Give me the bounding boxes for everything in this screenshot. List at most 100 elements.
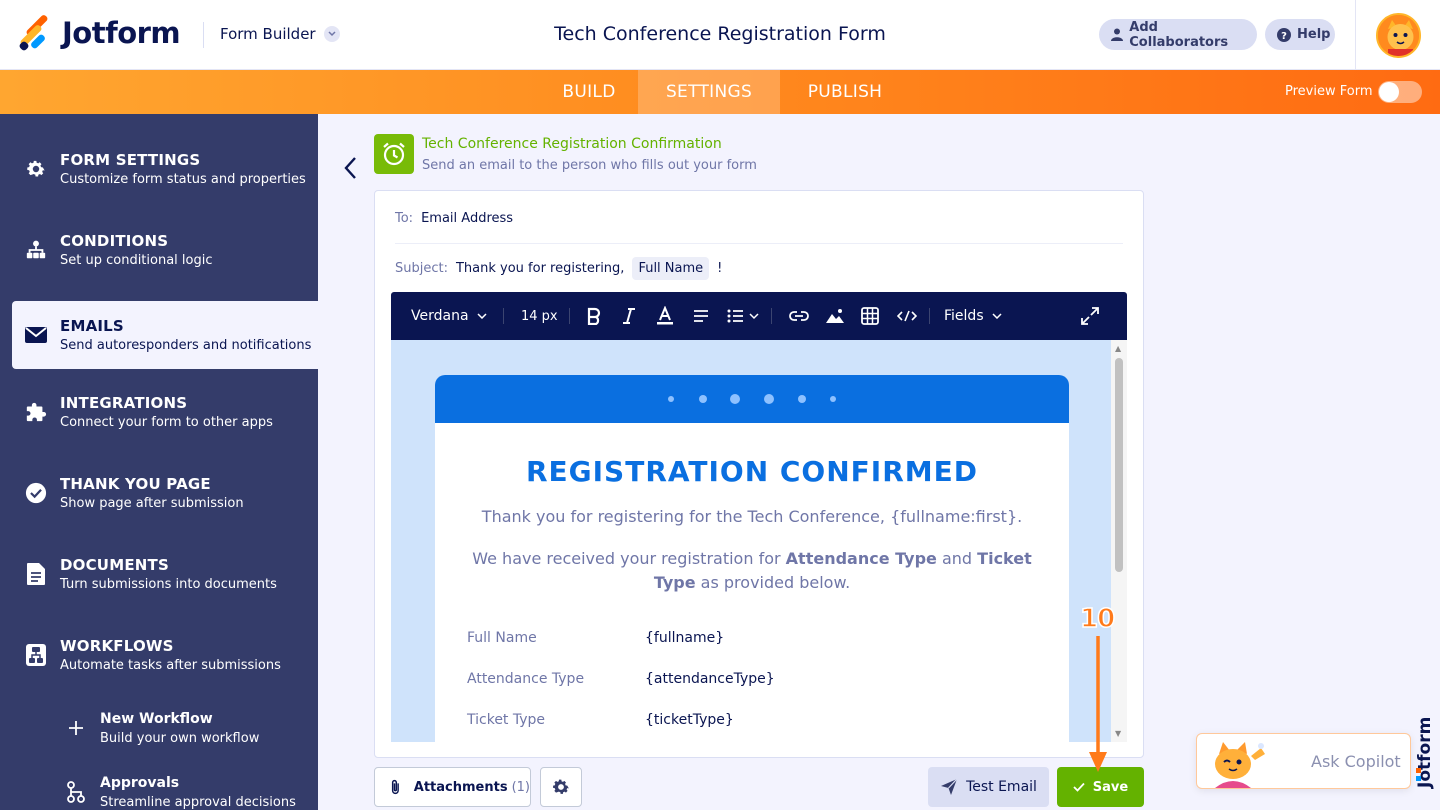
sidebar-item-emails[interactable]: EMAILS Send autoresponders and notificat… <box>12 301 318 369</box>
ask-copilot-label: Ask Copilot <box>1311 752 1401 771</box>
save-label: Save <box>1092 779 1129 795</box>
list-button[interactable] <box>727 292 761 340</box>
sidebar-item-integrations[interactable]: INTEGRATIONS Connect your form to other … <box>12 378 318 446</box>
sidebar-item-title: THANK YOU PAGE <box>60 475 211 493</box>
font-family-select[interactable]: Verdana <box>411 292 487 340</box>
received-bold-1: Attendance Type <box>785 549 937 568</box>
fields-dropdown[interactable]: Fields <box>944 292 1002 340</box>
sidebar-subitem-title: New Workflow <box>100 711 213 727</box>
decor-dot <box>730 394 740 404</box>
main-nav: BUILD SETTINGS PUBLISH Preview Form <box>0 70 1440 114</box>
editor-scrollbar[interactable]: ▲ ▼ <box>1111 340 1127 742</box>
user-avatar[interactable] <box>1376 13 1421 58</box>
subject-row[interactable]: Subject: Thank you for registering, Full… <box>395 257 722 280</box>
link-button[interactable] <box>789 292 809 340</box>
add-collaborators-label: Add Collaborators <box>1129 19 1229 50</box>
text-color-button[interactable] <box>656 292 674 340</box>
to-row[interactable]: To: Email Address <box>395 211 513 226</box>
sidebar-item-workflows[interactable]: WORKFLOWS Automate tasks after submissio… <box>12 621 318 689</box>
sidebar-item-subtitle: Customize form status and properties <box>60 172 306 187</box>
sidebar-subitem-subtitle: Streamline approval decisions <box>100 795 296 810</box>
form-builder-dropdown[interactable]: Form Builder <box>220 25 340 43</box>
row-label-ticket-type: Ticket Type <box>467 712 546 728</box>
align-button[interactable] <box>693 292 709 340</box>
toolbar-separator <box>569 308 570 324</box>
sidebar-item-conditions[interactable]: CONDITIONS Set up conditional logic <box>12 216 318 284</box>
link-icon <box>789 311 809 321</box>
header-divider-right <box>1355 0 1356 70</box>
decor-dot <box>699 395 707 403</box>
email-body-editor[interactable]: REGISTRATION CONFIRMED Thank you for reg… <box>391 340 1127 742</box>
font-size-select[interactable]: 14 px <box>521 292 558 340</box>
toolbar-separator <box>503 308 504 324</box>
subject-end: ! <box>717 261 723 276</box>
send-icon <box>941 778 958 795</box>
image-button[interactable] <box>825 292 845 340</box>
decor-dot <box>830 396 836 402</box>
image-icon <box>826 309 844 323</box>
subject-field-tag[interactable]: Full Name <box>632 257 710 280</box>
table-button[interactable] <box>861 292 879 340</box>
preview-form-label: Preview Form <box>1285 84 1373 99</box>
puzzle-icon <box>24 400 48 424</box>
sidebar-subitem-approvals[interactable]: Approvals Streamline approval decisions <box>60 770 318 810</box>
to-value[interactable]: Email Address <box>421 211 513 226</box>
list-icon <box>727 309 759 323</box>
email-editor-card: To: Email Address Subject: Thank you for… <box>374 190 1144 758</box>
sidebar-item-title: CONDITIONS <box>60 232 169 250</box>
sidebar-subitem-new-workflow[interactable]: New Workflow Build your own workflow <box>60 706 318 752</box>
test-email-button[interactable]: Test Email <box>928 767 1049 807</box>
annotation-arrow-icon <box>1089 636 1107 772</box>
toolbar-separator <box>771 308 772 324</box>
divider <box>395 243 1123 244</box>
chevron-down-icon <box>992 313 1002 319</box>
ask-copilot-button[interactable]: Ask Copilot <box>1196 733 1411 789</box>
chevron-down-icon <box>323 26 340 42</box>
help-label: Help <box>1297 27 1331 42</box>
attachments-button[interactable]: Attachments (1) <box>374 767 531 807</box>
scroll-up-arrow[interactable]: ▲ <box>1115 344 1121 353</box>
tab-publish[interactable]: PUBLISH <box>780 70 910 114</box>
email-description: Send an email to the person who fills ou… <box>422 158 757 173</box>
tab-build[interactable]: BUILD <box>540 70 638 114</box>
sidebar-item-title: FORM SETTINGS <box>60 151 201 169</box>
preview-form-toggle[interactable] <box>1378 81 1422 103</box>
sidebar-item-form-settings[interactable]: FORM SETTINGS Customize form status and … <box>12 135 318 203</box>
back-button[interactable] <box>338 154 362 182</box>
gear-icon <box>553 779 569 794</box>
source-code-button[interactable] <box>897 292 917 340</box>
subject-text[interactable]: Thank you for registering, <box>456 261 624 276</box>
question-icon: ? <box>1277 27 1291 42</box>
sidebar-subitem-title: Approvals <box>100 775 180 791</box>
help-button[interactable]: ? Help <box>1265 19 1335 50</box>
sidebar-item-documents[interactable]: DOCUMENTS Turn submissions into document… <box>12 540 318 608</box>
scroll-down-arrow[interactable]: ▼ <box>1115 729 1121 738</box>
scroll-thumb[interactable] <box>1115 358 1123 572</box>
alarm-clock-icon <box>383 142 405 166</box>
bold-button[interactable] <box>586 292 602 340</box>
svg-text:?: ? <box>1281 31 1287 42</box>
row-value-ticket-type: {ticketType} <box>645 712 734 728</box>
font-family-value: Verdana <box>411 308 469 324</box>
table-icon <box>861 307 879 325</box>
jotform-logo[interactable]: Jotform <box>18 13 181 52</box>
add-collaborators-button[interactable]: Add Collaborators <box>1099 19 1257 50</box>
subject-label: Subject: <box>395 261 448 276</box>
italic-button[interactable] <box>622 292 636 340</box>
sidebar-item-subtitle: Automate tasks after submissions <box>60 658 281 673</box>
top-header: Jotform Form Builder Tech Conference Reg… <box>0 0 1440 70</box>
row-value-full-name: {fullname} <box>645 630 725 646</box>
tab-settings[interactable]: SETTINGS <box>638 70 780 114</box>
plus-icon <box>64 716 88 740</box>
sidebar-item-title: EMAILS <box>60 317 124 335</box>
form-title[interactable]: Tech Conference Registration Form <box>420 23 1020 45</box>
sidebar-subitem-subtitle: Build your own workflow <box>100 731 260 746</box>
row-label-full-name: Full Name <box>467 630 537 646</box>
email-settings-button[interactable] <box>540 767 582 807</box>
fullscreen-button[interactable] <box>1081 292 1099 340</box>
check-icon <box>1073 782 1085 792</box>
sidebar-item-thank-you-page[interactable]: THANK YOU PAGE Show page after submissio… <box>12 459 318 527</box>
copilot-cat-icon <box>1215 742 1265 788</box>
user-icon <box>1111 28 1124 42</box>
email-header-banner <box>435 375 1069 423</box>
